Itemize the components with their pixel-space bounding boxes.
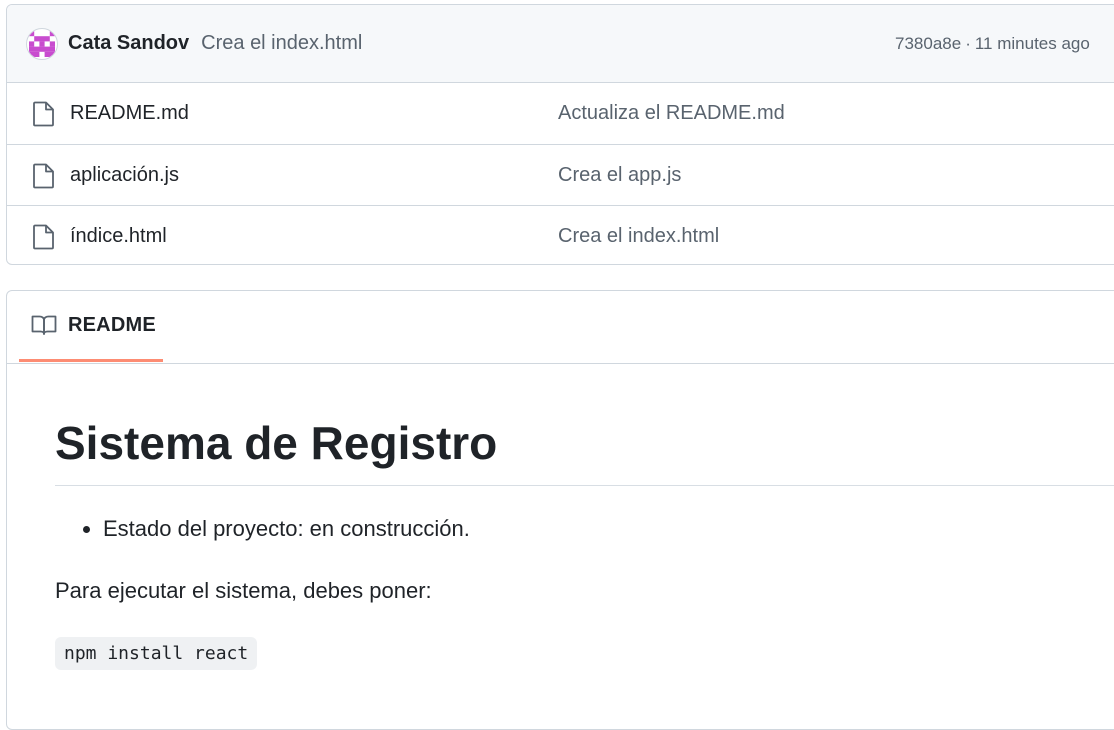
- file-list-box: Cata Sandov Crea el index.html 7380a8e ·…: [6, 4, 1114, 265]
- file-row: índice.html Crea el index.html: [7, 205, 1114, 264]
- readme-paragraph: Para ejecutar el sistema, debes poner:: [55, 578, 432, 603]
- readme-list: Estado del proyecto: en construcción.: [55, 513, 470, 545]
- avatar[interactable]: [26, 27, 58, 60]
- file-commit-message-link[interactable]: Crea el app.js: [558, 164, 681, 187]
- file-row: README.md Actualiza el README.md: [7, 83, 1114, 144]
- file-name-link[interactable]: README.md: [70, 102, 189, 125]
- latest-commit-bar: Cata Sandov Crea el index.html 7380a8e ·…: [7, 5, 1114, 83]
- file-icon: [33, 163, 54, 189]
- identicon-icon: [29, 30, 55, 57]
- file-name-link[interactable]: aplicación.js: [70, 164, 179, 187]
- file-icon: [33, 101, 54, 127]
- code-snippet: npm install react: [55, 637, 258, 670]
- readme-box: README Sistema de Registro Estado del pr…: [6, 290, 1114, 730]
- file-name-link[interactable]: índice.html: [70, 225, 167, 248]
- commit-meta: 7380a8e · 11 minutes ago: [895, 5, 1090, 83]
- readme-title: Sistema de Registro: [55, 415, 1114, 486]
- commit-time[interactable]: 11 minutes ago: [975, 34, 1090, 54]
- tab-readme[interactable]: README: [19, 291, 163, 362]
- file-icon: [33, 224, 54, 250]
- readme-tabbar: README: [7, 291, 1114, 364]
- file-row: aplicación.js Crea el app.js: [7, 144, 1114, 205]
- tab-readme-label: README: [68, 313, 156, 336]
- commit-meta-separator: ·: [965, 34, 971, 53]
- book-icon: [31, 315, 57, 335]
- list-item: Estado del proyecto: en construcción.: [103, 513, 470, 545]
- file-commit-message-link[interactable]: Actualiza el README.md: [558, 102, 785, 125]
- file-commit-message-link[interactable]: Crea el index.html: [558, 225, 719, 248]
- commit-message-link[interactable]: Crea el index.html: [201, 32, 362, 55]
- commit-hash-link[interactable]: 7380a8e: [895, 34, 961, 54]
- commit-author-link[interactable]: Cata Sandov: [68, 32, 189, 55]
